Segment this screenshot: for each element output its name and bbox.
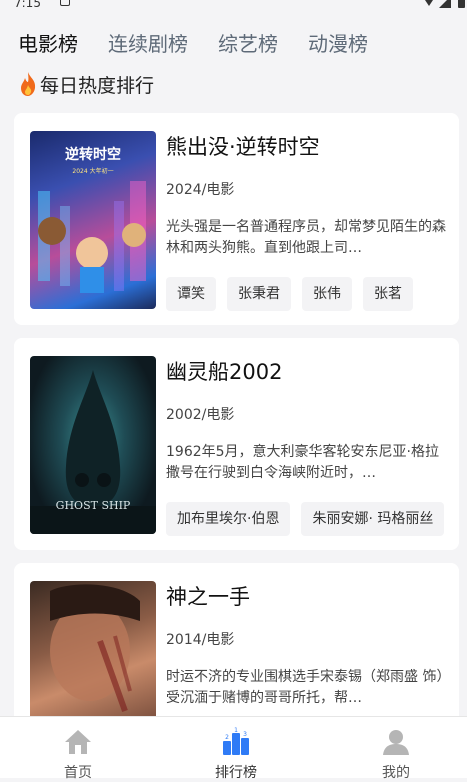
movie-poster[interactable]: GHOST SHIP <box>30 356 156 534</box>
poster-title: GHOST SHIP <box>56 499 131 512</box>
svg-text:3: 3 <box>243 731 247 738</box>
tab-anime[interactable]: 动漫榜 <box>308 28 368 57</box>
movie-card[interactable]: GHOST SHIP 幽灵船2002 2002/电影 1962年5月，意大利豪华… <box>14 338 459 550</box>
nav-ranking[interactable]: 2 1 3 排行榜 <box>196 727 276 782</box>
poster-title: 逆转时空 <box>65 146 121 163</box>
movie-meta: 2024/电影 <box>166 182 235 198</box>
poster-date: 2024 大年初一 <box>72 167 113 175</box>
movie-description: 时运不济的专业围棋选手宋泰锡（郑雨盛 饰）受沉湎于赌博的哥哥所托，帮… <box>166 669 444 706</box>
wifi-icon <box>421 0 437 6</box>
movie-description: 光头强是一名普通程序员，却常梦见陌生的森林和两头狗熊。直到他跟上司… <box>166 219 446 256</box>
cast-tag[interactable]: 朱丽安娜· 玛格丽丝 <box>301 502 445 536</box>
ranking-icon: 2 1 3 <box>223 727 249 755</box>
movie-title[interactable]: 神之一手 <box>166 581 250 611</box>
notification-icon <box>60 0 70 6</box>
tab-series[interactable]: 连续剧榜 <box>108 28 188 57</box>
cast-tags: 谭笑 张秉君 张伟 张茗 <box>166 277 459 311</box>
movie-poster[interactable]: 逆转时空 2024 大年初一 <box>30 131 156 309</box>
cast-tag[interactable]: 谭笑 <box>166 277 216 311</box>
nav-ranking-label: 排行榜 <box>215 765 257 781</box>
signal-icon <box>439 0 451 8</box>
user-icon <box>383 730 409 755</box>
nav-profile[interactable]: 我的 <box>356 727 436 782</box>
home-icon <box>65 730 91 754</box>
nav-profile-label: 我的 <box>382 765 410 781</box>
movie-description: 1962年5月，意大利豪华客轮安东尼亚·格拉撒号在行驶到白令海峡附近时，… <box>166 444 439 481</box>
status-bar: 7:15 <box>0 0 467 16</box>
movie-title[interactable]: 熊出没·逆转时空 <box>166 131 320 161</box>
category-tabs: 电影榜 连续剧榜 综艺榜 动漫榜 <box>18 26 398 58</box>
tab-variety[interactable]: 综艺榜 <box>218 28 278 57</box>
section-title: 每日热度排行 <box>40 74 155 97</box>
cast-tag[interactable]: 加布里埃尔·伯恩 <box>166 502 291 536</box>
movie-card[interactable]: 逆转时空 2024 大年初一 熊出没·逆转时空 2024/电影 光头强是一名普通… <box>14 113 459 325</box>
fire-icon <box>21 72 36 96</box>
status-time: 7:15 <box>14 0 41 10</box>
bottom-nav: 首页 2 1 3 排行榜 我的 <box>0 716 467 781</box>
tab-movie[interactable]: 电影榜 <box>18 28 78 57</box>
movie-meta: 2002/电影 <box>166 407 235 423</box>
movie-title[interactable]: 幽灵船2002 <box>166 356 282 386</box>
movie-meta: 2014/电影 <box>166 632 235 648</box>
cast-tag[interactable]: 张秉君 <box>227 277 291 311</box>
battery-icon <box>458 0 465 8</box>
cast-tags: 加布里埃尔·伯恩 朱丽安娜· 玛格丽丝 <box>166 502 459 536</box>
cast-tag[interactable]: 张茗 <box>363 277 413 311</box>
section-header: 每日热度排行 <box>18 70 154 98</box>
svg-text:2: 2 <box>225 734 229 741</box>
cast-tag[interactable]: 张伟 <box>302 277 352 311</box>
nav-home[interactable]: 首页 <box>38 727 118 782</box>
svg-text:1: 1 <box>234 727 238 734</box>
nav-home-label: 首页 <box>64 765 92 781</box>
